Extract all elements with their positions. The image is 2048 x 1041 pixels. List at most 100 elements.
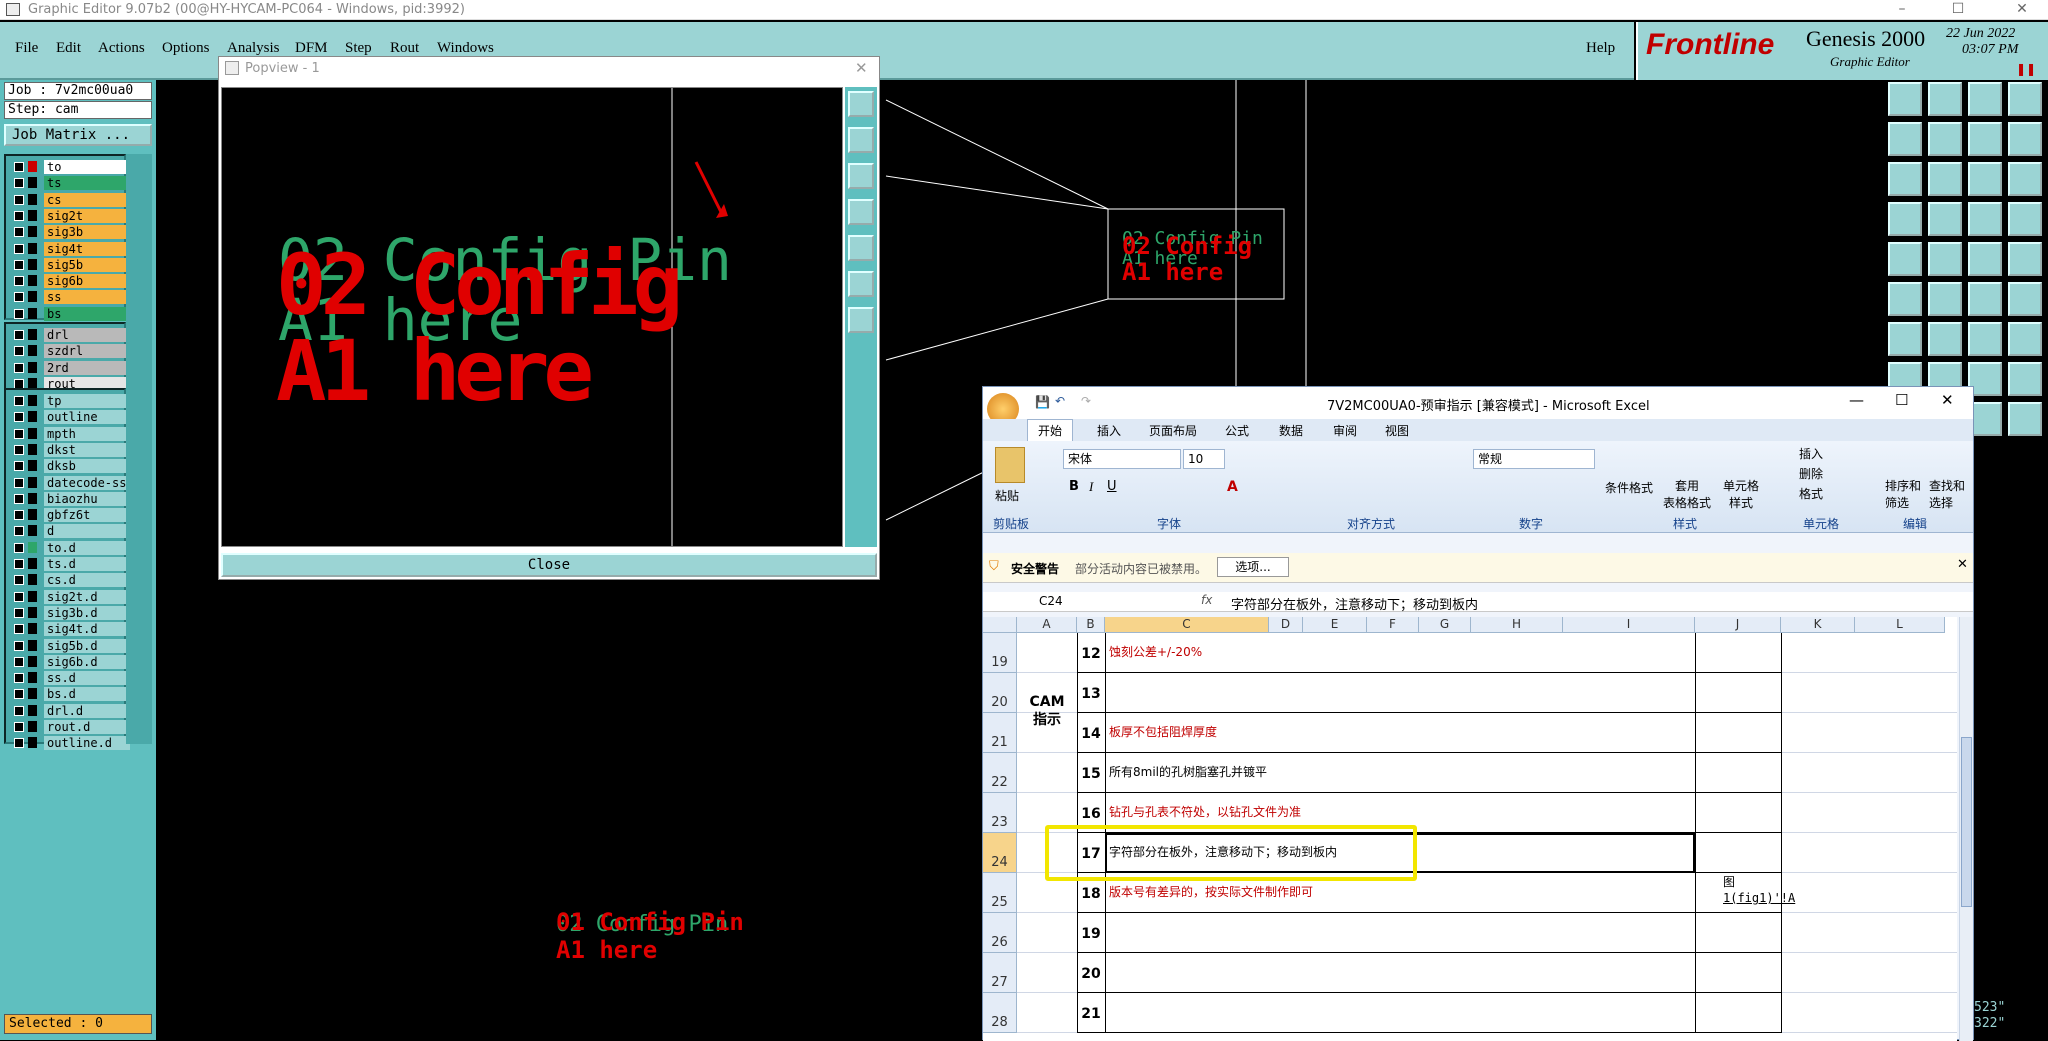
cell-b-number[interactable]: 20 [1077,967,1105,981]
column-header-e[interactable]: E [1303,617,1367,633]
cell-j25[interactable]: 图 [1723,875,1735,889]
layer-row-outline[interactable]: outline [8,410,130,425]
layer-row-cs-d[interactable]: cs.d [8,573,130,588]
menu-edit[interactable]: Edit [56,40,81,57]
cell-b-number[interactable]: 19 [1077,927,1105,941]
layer-row-sig5b[interactable]: sig5b [8,257,130,272]
name-box[interactable]: C24 [1039,594,1063,608]
layer-row-to-d[interactable]: to.d [8,540,130,555]
column-header-b[interactable]: B [1077,617,1105,633]
help-tool-button[interactable] [2008,162,2042,196]
layer-name[interactable]: szdrl [44,344,130,359]
layer-checkbox[interactable] [14,194,24,205]
arc-tool-button[interactable] [1968,282,2002,316]
row-header-22[interactable]: 22 [983,753,1017,793]
minimize-button[interactable]: – [1880,0,1924,20]
layer-checkbox[interactable] [14,461,24,472]
tab-review[interactable]: 审阅 [1333,422,1357,439]
layer-row-outline-d[interactable]: outline.d [8,736,130,751]
layer-row-mpth[interactable]: mpth [8,426,130,441]
layer-checkbox[interactable] [14,656,24,667]
close-button[interactable]: ✕ [2000,0,2044,20]
row-header-26[interactable]: 26 [983,913,1017,953]
pop-center-button[interactable] [848,307,874,333]
save-icon[interactable]: 💾 [1035,395,1050,409]
column-header-j[interactable]: J [1695,617,1781,633]
cell-b-number[interactable]: 21 [1077,1007,1105,1021]
layer-checkbox[interactable] [14,722,24,732]
layer-row-ts[interactable]: ts [8,176,130,191]
redraw-tool-button[interactable] [1968,122,2002,156]
snap-tool-button[interactable] [1968,202,2002,236]
layer-row-ss[interactable]: ss [8,290,130,305]
sort-filter-button[interactable]: 排序和 筛选 [1885,477,1921,511]
paste-button[interactable]: 粘贴 [995,487,1019,504]
grid-tool-button[interactable] [1928,202,1962,236]
layer-checkbox[interactable] [14,178,24,189]
layer-checkbox[interactable] [14,526,24,537]
layer-name[interactable]: dkst [44,442,130,457]
layer-checkbox[interactable] [14,559,24,569]
layer-row-sig4t[interactable]: sig4t [8,241,130,256]
zoom-left-tool-button[interactable] [1888,122,1922,156]
tab-insert[interactable]: 插入 [1097,422,1121,439]
layer-row-ss-d[interactable]: ss.d [8,671,130,686]
paste-icon[interactable] [995,447,1025,483]
measure-tool-button[interactable] [1888,202,1922,236]
layer-name[interactable]: datecode-ss [44,475,130,490]
layer-name[interactable]: ss.d [44,671,130,686]
slash-tool-button[interactable] [1928,322,1962,356]
column-header-k[interactable]: K [1781,617,1855,633]
layer-checkbox[interactable] [14,162,24,172]
mirror-tool-button[interactable] [2008,322,2042,356]
layer-name[interactable]: cs [44,192,130,207]
layer-name[interactable]: sig2t.d [44,589,130,604]
layer-row-sig5b-d[interactable]: sig5b.d [8,638,130,653]
tab-formulas[interactable]: 公式 [1225,422,1249,439]
row-header-23[interactable]: 23 [983,793,1017,833]
zoom-right-tool-button[interactable] [1928,122,1962,156]
layer-checkbox[interactable] [14,493,24,504]
cell-b-number[interactable]: 12 [1077,647,1105,661]
layer-name[interactable]: dksb [44,459,130,474]
job-matrix-button[interactable]: Job Matrix ... [4,124,152,146]
rotate-tool-button[interactable] [1968,322,2002,356]
layer-name[interactable]: mpth [44,426,130,441]
format-cells-button[interactable]: 格式 [1799,485,1823,502]
layer-row-drl[interactable]: drl [8,328,130,342]
tab-home[interactable]: 开始 [1027,419,1073,441]
layer-name[interactable]: sig3b [44,225,130,240]
popview-close-icon[interactable]: ✕ [855,59,868,77]
layer-checkbox[interactable] [14,362,24,373]
cell-b-number[interactable]: 14 [1077,727,1105,741]
connect-tool-button[interactable] [1888,282,1922,316]
layer-row-rout-d[interactable]: rout.d [8,720,130,734]
layer-checkbox[interactable] [14,444,24,455]
layer-name[interactable]: ts [44,176,130,191]
tab-view[interactable]: 视图 [1385,422,1409,439]
row-header-21[interactable]: 21 [983,713,1017,753]
zoom-in-tool-button[interactable] [1928,82,1962,116]
layer-checkbox[interactable] [14,227,24,238]
pop-zoom-in-button[interactable] [848,127,874,153]
layer-name[interactable]: sig6b.d [44,654,130,669]
layer-name[interactable]: sig2t [44,208,130,223]
layer-name[interactable]: bs [44,306,130,321]
layer-checkbox[interactable] [14,428,24,439]
layer-name[interactable]: 2rd [44,360,130,375]
layer-checkbox[interactable] [14,259,24,270]
layer-checkbox[interactable] [14,292,24,303]
layer-row-drl-d[interactable]: drl.d [8,703,130,718]
group-tool-button[interactable] [2008,362,2042,396]
circle-tool-button[interactable] [2008,242,2042,276]
layer-checkbox[interactable] [14,575,24,586]
cell-styles-button[interactable]: 单元格 样式 [1723,477,1759,511]
line-tool-button[interactable] [1928,242,1962,276]
menu-actions[interactable]: Actions [98,40,145,57]
excel-minimize-button[interactable]: — [1849,391,1864,409]
zoom-window-tool-button[interactable] [2008,82,2042,116]
layer-name[interactable]: to [44,160,130,174]
column-header-f[interactable]: F [1367,617,1419,633]
layer-row-dksb[interactable]: dksb [8,459,130,474]
fit-tool-button[interactable] [1888,162,1922,196]
